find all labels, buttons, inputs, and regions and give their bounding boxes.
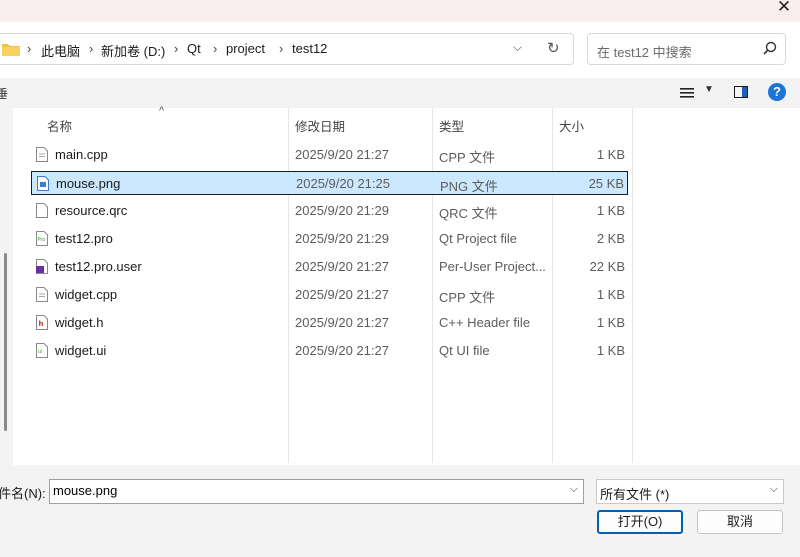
breadcrumb-test12[interactable]: test12 [292, 41, 327, 56]
toolbar-fragment: 垂 [0, 87, 9, 101]
column-header-name[interactable]: 名称 [47, 116, 72, 135]
sort-ascending-icon: ^ [159, 105, 165, 117]
file-size: 1 KB [596, 203, 625, 218]
search-input[interactable]: 在 test12 中搜索 [597, 42, 692, 61]
file-type: Qt UI file [439, 343, 490, 358]
file-type-select[interactable]: 所有文件 (*) ⌵ [596, 479, 784, 504]
file-name: main.cpp [55, 147, 108, 162]
open-button[interactable]: 打开(O) [597, 510, 683, 534]
file-name: test12.pro.user [55, 259, 142, 274]
file-type: Per-User Project... [439, 259, 546, 274]
header-file-icon: h [36, 315, 48, 330]
file-modified: 2025/9/20 21:27 [295, 147, 389, 162]
file-type: Qt Project file [439, 231, 518, 246]
breadcrumb-project[interactable]: project [226, 41, 265, 56]
file-name: test12.pro [55, 231, 113, 246]
png-file-icon [37, 176, 49, 191]
search-box[interactable]: 在 test12 中搜索 [587, 33, 786, 65]
file-type: PNG 文件 [440, 179, 498, 194]
view-dropdown-icon[interactable]: ▼ [704, 84, 714, 95]
file-size: 2 KB [596, 231, 625, 246]
file-row[interactable]: main.cpp 2025/9/20 21:27 CPP 文件 1 KB [31, 143, 628, 167]
file-name: widget.ui [55, 343, 107, 358]
chevron-right-icon: › [89, 41, 94, 56]
breadcrumb-drive-d[interactable]: 新加卷 (D:) [101, 41, 165, 60]
file-modified: 2025/9/20 21:27 [295, 259, 389, 274]
ui-file-icon: ui [36, 343, 48, 358]
file-size: 1 KB [596, 343, 625, 358]
file-row[interactable]: Pro test12.pro 2025/9/20 21:29 Qt Projec… [31, 227, 628, 251]
breadcrumb-this-pc[interactable]: 此电脑 [41, 41, 80, 60]
chevron-right-icon: › [27, 41, 32, 56]
folder-icon [2, 44, 20, 56]
file-name: resource.qrc [55, 203, 128, 218]
svg-text:ui: ui [38, 349, 43, 355]
toolbar: 垂 ▼ ? [0, 78, 800, 108]
chevron-down-icon[interactable]: ⌵ [513, 40, 522, 55]
column-divider[interactable] [632, 108, 633, 463]
file-type: QRC 文件 [439, 206, 498, 221]
file-modified: 2025/9/20 21:27 [295, 343, 389, 358]
address-bar[interactable]: › 此电脑 › 新加卷 (D:) › Qt › project › test12… [0, 33, 574, 65]
file-row[interactable]: widget.cpp 2025/9/20 21:27 CPP 文件 1 KB [31, 283, 628, 307]
preview-pane-icon[interactable] [734, 86, 748, 98]
file-row[interactable]: test12.pro.user 2025/9/20 21:27 Per-User… [31, 255, 628, 279]
cpp-file-icon [36, 147, 48, 162]
file-type: C++ Header file [439, 315, 531, 330]
file-open-dialog: ✕ › 此电脑 › 新加卷 (D:) › Qt › project › test… [0, 0, 800, 557]
file-modified: 2025/9/20 21:25 [296, 176, 390, 191]
chevron-right-icon: › [213, 41, 218, 56]
cancel-button[interactable]: 取消 [697, 510, 783, 534]
file-type: CPP 文件 [439, 150, 496, 165]
file-size: 1 KB [596, 147, 625, 162]
file-modified: 2025/9/20 21:29 [295, 203, 389, 218]
qt-user-file-icon [36, 259, 48, 274]
file-size: 25 KB [588, 176, 624, 191]
chevron-down-icon[interactable]: ⌵ [570, 483, 578, 496]
qrc-file-icon [36, 203, 48, 218]
filename-input[interactable] [53, 483, 553, 498]
svg-text:h: h [39, 320, 44, 328]
help-icon[interactable]: ? [768, 83, 786, 101]
breadcrumb-qt[interactable]: Qt [187, 41, 201, 56]
file-name: mouse.png [56, 176, 121, 191]
file-size: 1 KB [596, 315, 625, 330]
file-name: widget.h [55, 315, 104, 330]
file-row[interactable]: ui widget.ui 2025/9/20 21:27 Qt UI file … [31, 339, 628, 363]
file-row[interactable]: h widget.h 2025/9/20 21:27 C++ Header fi… [31, 311, 628, 335]
column-header-modified[interactable]: 修改日期 [295, 116, 345, 135]
chevron-right-icon: › [174, 41, 179, 56]
svg-text:Pro: Pro [38, 237, 46, 243]
column-header-row: 名称 修改日期 类型 大小 [13, 108, 800, 463]
column-header-type[interactable]: 类型 [439, 116, 464, 135]
file-modified: 2025/9/20 21:27 [295, 287, 389, 302]
file-row[interactable]: resource.qrc 2025/9/20 21:29 QRC 文件 1 KB [31, 199, 628, 223]
column-header-size[interactable]: 大小 [559, 116, 584, 135]
filename-label: 件名(N): [0, 486, 46, 501]
close-icon[interactable]: ✕ [774, 0, 794, 18]
view-list-icon[interactable] [679, 86, 695, 100]
filename-combobox[interactable]: ⌵ [49, 479, 584, 504]
file-modified: 2025/9/20 21:29 [295, 231, 389, 246]
file-row-selected[interactable]: mouse.png 2025/9/20 21:25 PNG 文件 25 KB [31, 171, 628, 195]
qt-pro-file-icon: Pro [36, 231, 48, 246]
nav-pane-scrollbar[interactable] [4, 253, 7, 431]
chevron-down-icon[interactable]: ⌵ [770, 483, 778, 496]
file-name: widget.cpp [55, 287, 118, 302]
cpp-file-icon [36, 287, 48, 302]
file-size: 22 KB [589, 259, 625, 274]
refresh-icon[interactable]: ↻ [547, 39, 560, 57]
file-modified: 2025/9/20 21:27 [295, 315, 389, 330]
file-size: 1 KB [596, 287, 625, 302]
title-strip: ✕ [0, 0, 800, 22]
file-type-value: 所有文件 (*) [600, 487, 670, 502]
chevron-right-icon: › [279, 41, 284, 56]
file-type: CPP 文件 [439, 290, 496, 305]
search-icon[interactable] [763, 41, 777, 55]
